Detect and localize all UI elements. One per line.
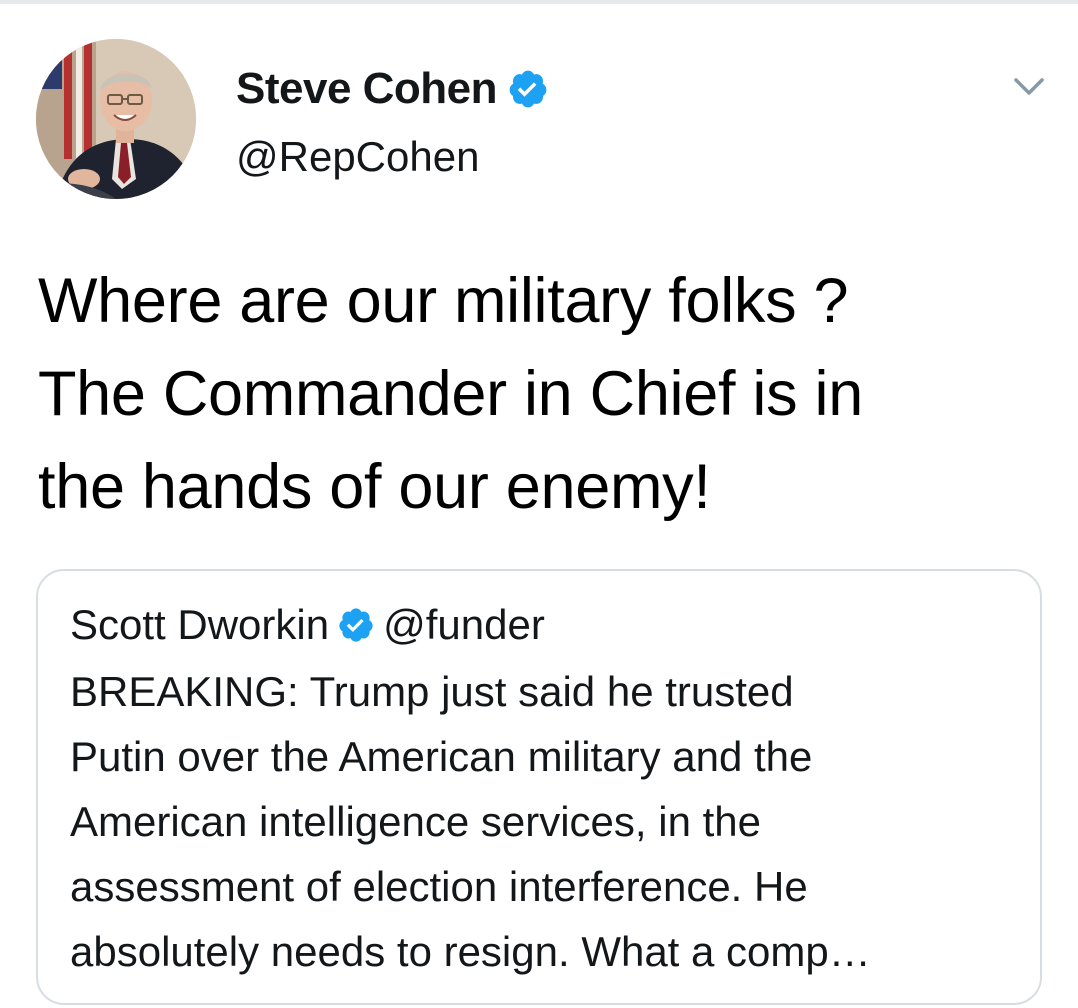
quoted-text-line: absolutely needs to resign. What a comp…	[70, 928, 871, 975]
tweet-text: Where are our military folks ? The Comma…	[38, 255, 1048, 534]
chevron-down-icon[interactable]	[1012, 72, 1046, 100]
author-display-name[interactable]: Steve Cohen	[236, 64, 498, 114]
tweet-text-line: The Commander in Chief is in	[38, 359, 863, 429]
author-name-row[interactable]: Steve Cohen	[236, 62, 549, 116]
quoted-text-line: American intelligence services, in the	[70, 798, 761, 845]
top-divider	[0, 0, 1078, 4]
avatar[interactable]	[36, 39, 196, 199]
quoted-tweet-text: BREAKING: Trump just said he trusted Put…	[70, 659, 1020, 984]
quoted-text-line: BREAKING: Trump just said he trusted	[70, 668, 794, 715]
tweet-text-line: the hands of our enemy!	[38, 452, 711, 522]
quoted-author-name: Scott Dworkin	[70, 601, 330, 648]
verified-badge-icon	[507, 68, 549, 110]
verified-badge-icon	[337, 606, 375, 644]
tweet-screen: Steve Cohen @RepCohen Where are our mili…	[0, 0, 1078, 1008]
quoted-text-line: assessment of election interference. He	[70, 863, 808, 910]
quoted-text-line: Putin over the American military and the	[70, 733, 813, 780]
quoted-tweet-header: Scott Dworkin @funder	[70, 599, 545, 651]
avatar-photo	[36, 39, 196, 199]
author-handle[interactable]: @RepCohen	[236, 133, 479, 181]
tweet-text-line: Where are our military folks ?	[38, 266, 849, 336]
quoted-author-handle: @funder	[383, 601, 545, 648]
quoted-tweet-card[interactable]: Scott Dworkin @funder BREAKING: Trump ju…	[36, 569, 1042, 1005]
